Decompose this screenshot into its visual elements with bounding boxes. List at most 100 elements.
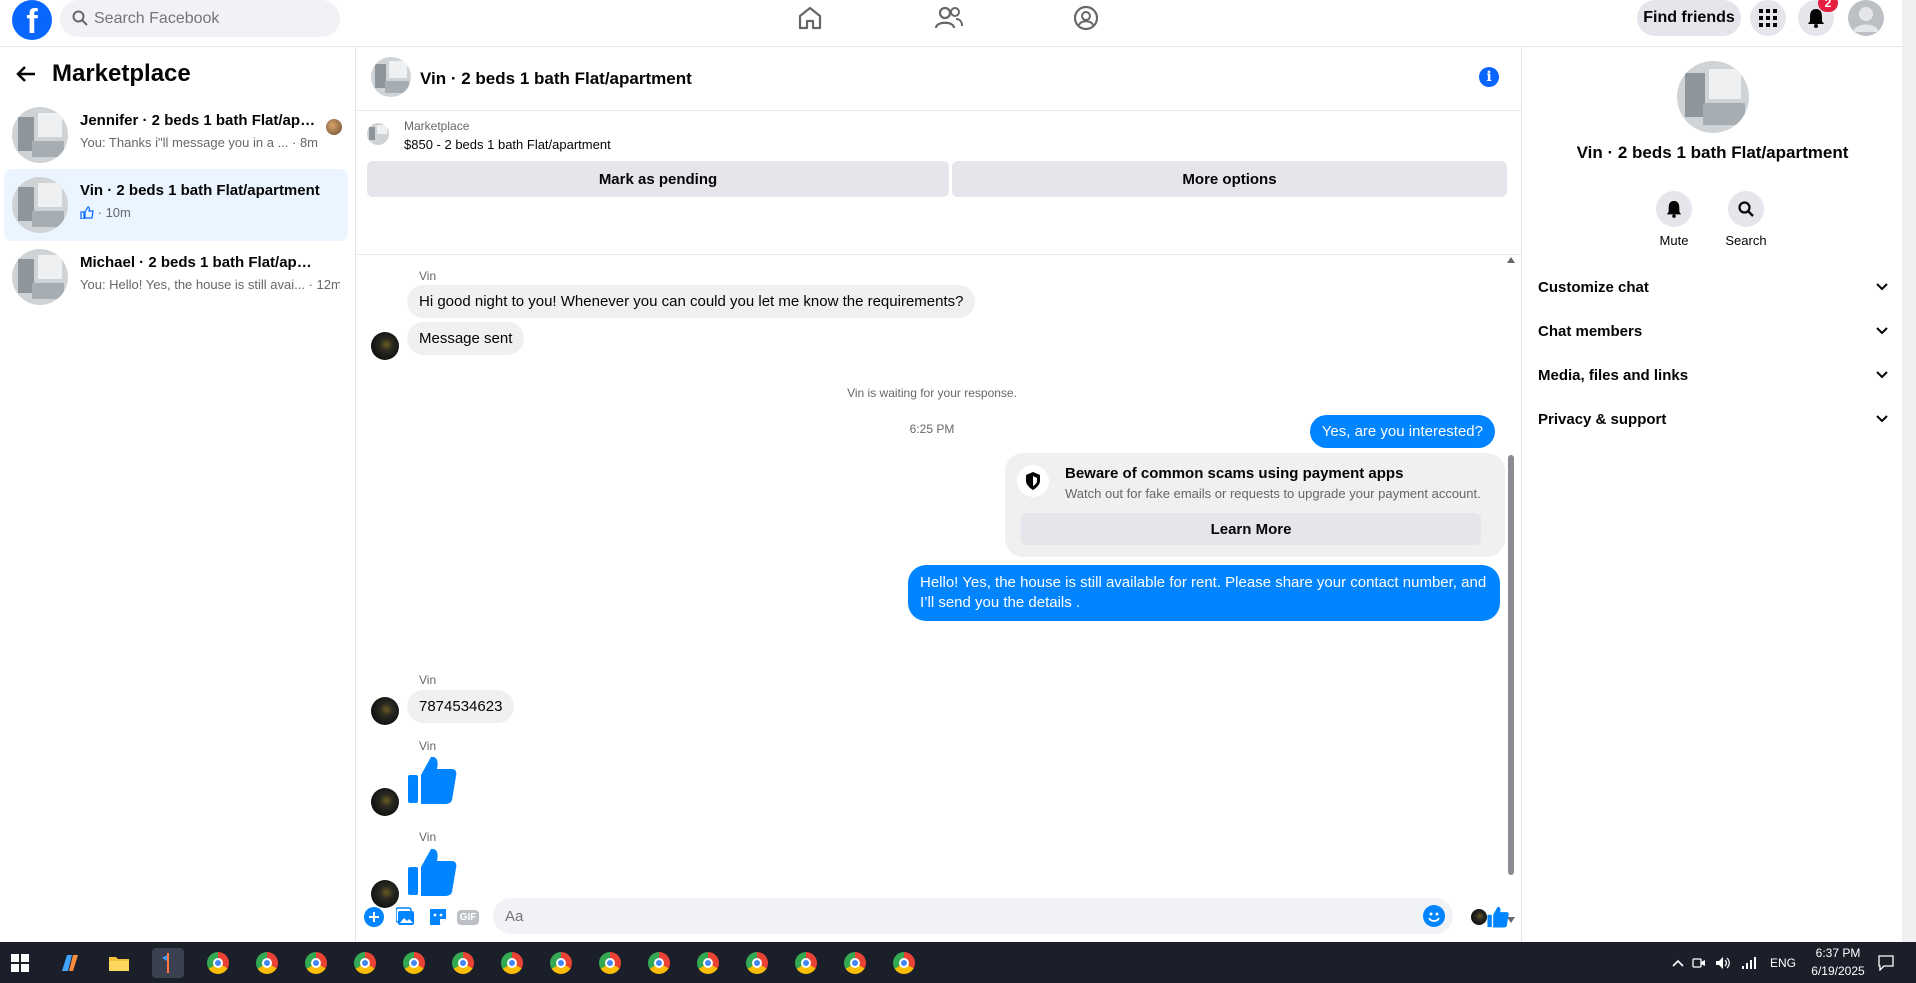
home-icon[interactable] (792, 2, 828, 34)
language-indicator[interactable]: ENG (1770, 956, 1796, 970)
privacy-support-section[interactable]: Privacy & support (1538, 401, 1888, 437)
scroll-up-arrow-icon[interactable] (1507, 257, 1515, 263)
mute-action[interactable]: Mute (1644, 191, 1704, 248)
message-composer: GIF (357, 890, 1521, 942)
back-arrow-icon[interactable] (16, 65, 36, 83)
conversation-item-jennifer[interactable]: Jennifer · 2 beds 1 bath Flat/apa... You… (4, 99, 348, 171)
emoji-icon[interactable] (1423, 905, 1445, 927)
conversation-name: Vin · 2 beds 1 bath Flat/apartment (80, 182, 320, 199)
chrome-icon[interactable] (300, 948, 332, 978)
volume-icon[interactable] (1710, 948, 1736, 978)
search-icon (72, 10, 88, 31)
listing-banner: Marketplace $850 - 2 beds 1 bath Flat/ap… (357, 111, 1521, 255)
more-options-button[interactable]: More options (952, 161, 1507, 197)
waiting-note: Vin is waiting for your response. (847, 386, 1017, 400)
listing-source: Marketplace (404, 119, 470, 133)
search-label: Search (1725, 233, 1767, 248)
scam-warning-text: Watch out for fake emails or requests to… (1065, 486, 1481, 501)
chrome-icon[interactable] (692, 948, 724, 978)
section-label: Media, files and links (1538, 366, 1689, 384)
chat-window: Vin · 2 beds 1 bath Flat/apartment i Mar… (357, 47, 1521, 942)
profile-avatar-icon[interactable] (1848, 0, 1884, 36)
chevron-down-icon (1876, 415, 1888, 423)
chrome-icon[interactable] (545, 948, 577, 978)
facebook-logo-icon[interactable]: f (12, 0, 52, 40)
section-label: Privacy & support (1538, 410, 1667, 428)
network-icon[interactable] (1736, 948, 1762, 978)
info-icon[interactable]: i (1479, 67, 1499, 87)
meet-now-icon[interactable] (1686, 948, 1712, 978)
chat-header: Vin · 2 beds 1 bath Flat/apartment i (357, 47, 1521, 111)
groups-icon[interactable] (1068, 2, 1104, 34)
find-friends-button[interactable]: Find friends (1637, 0, 1741, 36)
learn-more-button[interactable]: Learn More (1021, 513, 1481, 545)
chrome-icon[interactable] (398, 948, 430, 978)
scam-warning-title: Beware of common scams using payment app… (1065, 465, 1404, 482)
chevron-down-icon (1876, 371, 1888, 379)
incoming-message: Hi good night to you! Whenever you can c… (407, 285, 976, 318)
shield-icon (1017, 465, 1049, 497)
vin-avatar[interactable] (371, 332, 399, 360)
gif-icon[interactable]: GIF (456, 906, 480, 928)
search-box[interactable] (60, 0, 340, 37)
clock-date[interactable]: 6/19/2025 (1804, 964, 1872, 978)
notification-center-icon[interactable] (1870, 948, 1902, 978)
outgoing-message: Hello! Yes, the house is still available… (908, 565, 1500, 621)
scrollbar-thumb[interactable] (1508, 455, 1514, 875)
thumbs-up-icon (407, 755, 457, 810)
chevron-down-icon (1876, 283, 1888, 291)
chat-title[interactable]: Vin · 2 beds 1 bath Flat/apartment (420, 69, 692, 89)
conversation-preview: You: Thanks i"ll message you in a ... · … (80, 135, 319, 150)
scam-warning-card: Beware of common scams using payment app… (1005, 453, 1505, 557)
chrome-icon[interactable] (790, 948, 822, 978)
mute-label: Mute (1659, 233, 1689, 248)
chrome-icon[interactable] (447, 948, 479, 978)
send-like-icon[interactable] (1487, 906, 1509, 928)
listing-title[interactable]: $850 - 2 beds 1 bath Flat/apartment (404, 137, 611, 152)
chrome-icon[interactable] (349, 948, 381, 978)
search-action[interactable]: Search (1716, 191, 1776, 248)
conversation-name: Jennifer · 2 beds 1 bath Flat/apa... (80, 112, 320, 129)
friends-icon[interactable] (931, 2, 967, 34)
chrome-icon[interactable] (202, 948, 234, 978)
chrome-icon[interactable] (251, 948, 283, 978)
plus-icon[interactable] (363, 906, 385, 928)
top-navigation-bar: f Find friends 2 (0, 0, 1916, 47)
windows-start-icon[interactable] (4, 948, 36, 978)
listing-thumbnail (367, 123, 389, 145)
conversation-name: Michael · 2 beds 1 bath Flat/apart... (80, 254, 320, 271)
menu-grid-icon[interactable] (1750, 0, 1786, 36)
page-scrollbar[interactable] (1902, 0, 1916, 942)
customize-chat-section[interactable]: Customize chat (1538, 269, 1888, 305)
chrome-icon[interactable] (643, 948, 675, 978)
conversation-item-michael[interactable]: Michael · 2 beds 1 bath Flat/apart... Yo… (4, 241, 348, 313)
chat-members-section[interactable]: Chat members (1538, 313, 1888, 349)
chrome-icon[interactable] (741, 948, 773, 978)
clock-time[interactable]: 6:37 PM (1810, 946, 1866, 960)
vin-avatar[interactable] (371, 697, 399, 725)
photo-icon[interactable] (395, 906, 417, 928)
chrome-icon[interactable] (496, 948, 528, 978)
chrome-icon[interactable] (839, 948, 871, 978)
chat-scrollbar[interactable] (1507, 255, 1515, 923)
conversation-item-vin[interactable]: Vin · 2 beds 1 bath Flat/apartment · 10m (4, 169, 348, 241)
mark-as-pending-button[interactable]: Mark as pending (367, 161, 949, 197)
message-input-box[interactable] (493, 898, 1453, 934)
media-files-links-section[interactable]: Media, files and links (1538, 357, 1888, 393)
chat-details-panel: Vin · 2 beds 1 bath Flat/apartment Mute … (1521, 47, 1902, 942)
gif-label: GIF (456, 909, 480, 925)
chrome-icon[interactable] (888, 948, 920, 978)
bell-icon[interactable] (1656, 191, 1692, 227)
sticker-icon[interactable] (427, 906, 449, 928)
conversation-time: · 10m (97, 205, 131, 220)
chevron-down-icon (1876, 327, 1888, 335)
vin-avatar[interactable] (371, 788, 399, 816)
search-input[interactable] (94, 0, 324, 37)
message-input[interactable] (505, 898, 1385, 934)
active-app-icon[interactable] (152, 948, 184, 978)
listing-thumbnail[interactable] (371, 57, 411, 97)
file-explorer-icon[interactable] (103, 948, 135, 978)
search-icon[interactable] (1728, 191, 1764, 227)
copilot-icon[interactable] (54, 948, 86, 978)
chrome-icon[interactable] (594, 948, 626, 978)
